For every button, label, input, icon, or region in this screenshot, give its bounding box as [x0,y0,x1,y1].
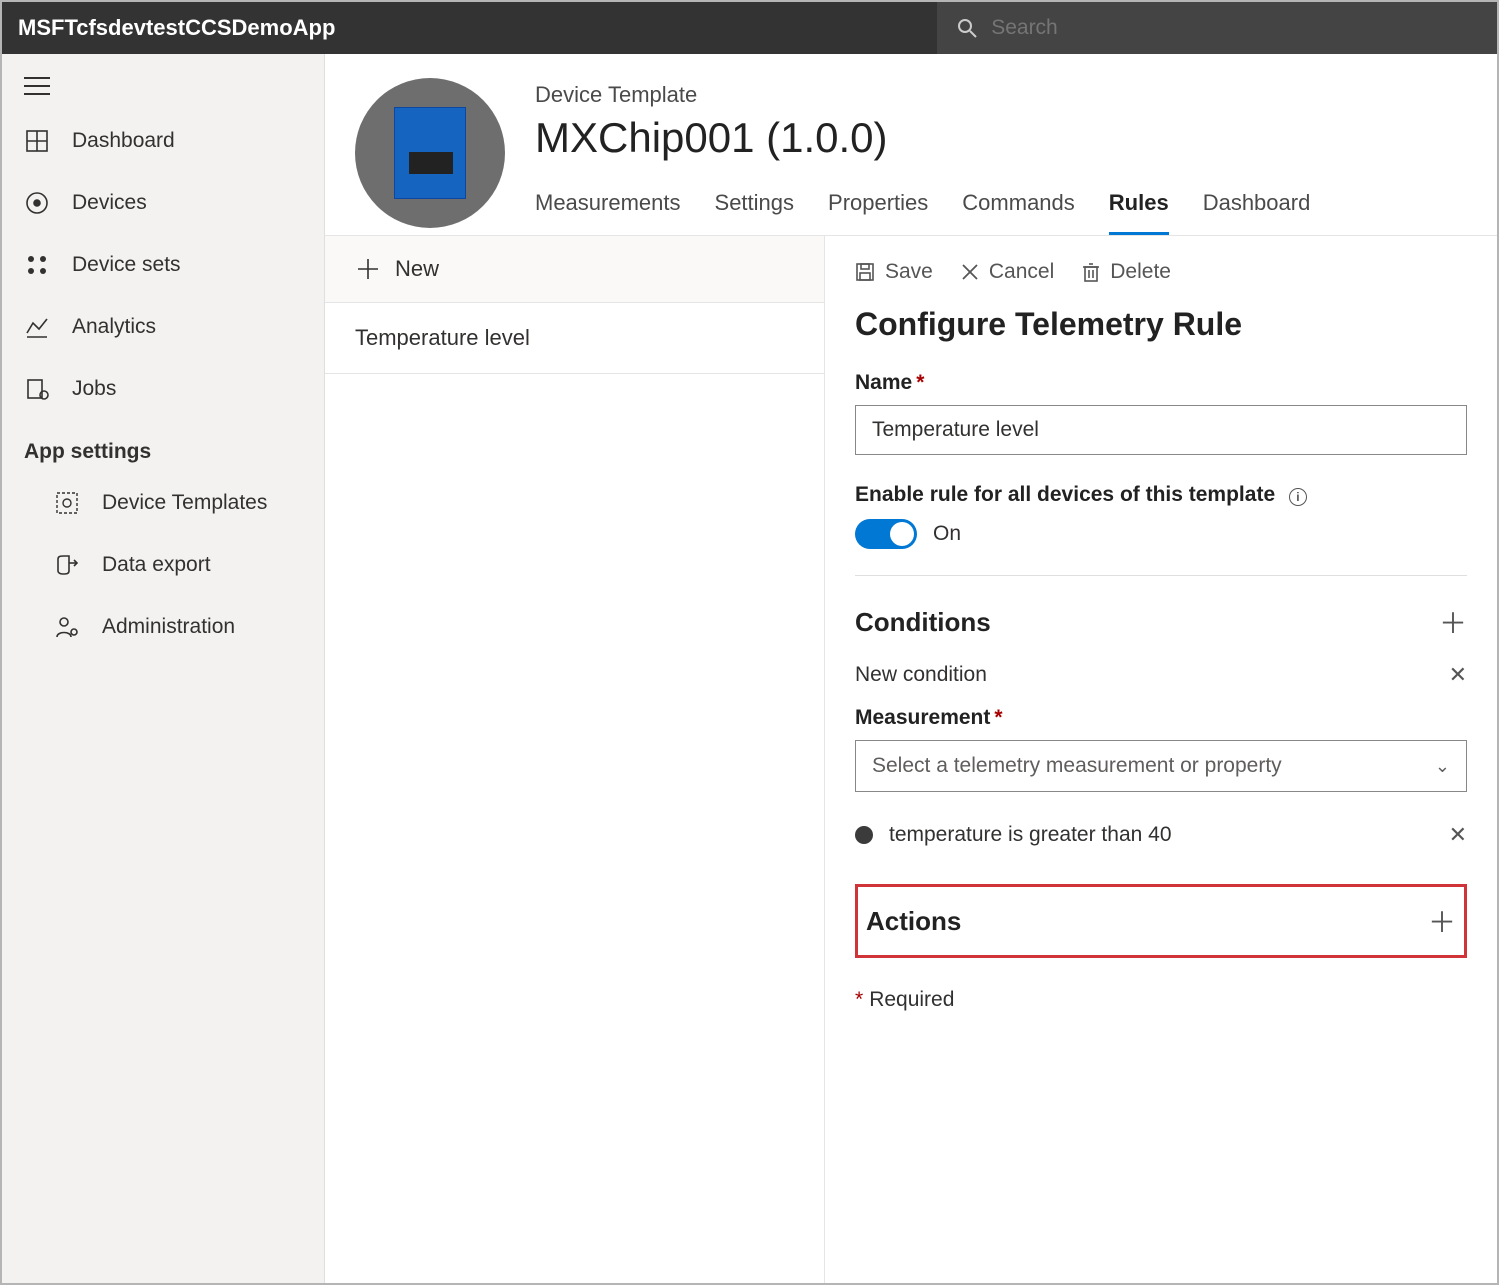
existing-condition: temperature is greater than 40 [889,823,1172,847]
delete-button[interactable]: Delete [1082,260,1171,284]
sidebar-item-devices[interactable]: Devices [2,172,324,234]
measurement-label: Measurement* [855,706,1467,730]
sidebar-item-label: Jobs [72,377,116,401]
save-button[interactable]: Save [855,260,933,284]
admin-icon [54,614,80,640]
sidebar: Dashboard Devices Device sets Analytics [2,54,325,1283]
export-icon [54,552,80,578]
sidebar-item-label: Administration [102,615,235,639]
add-condition-button[interactable]: ＋ [1439,602,1467,642]
enable-label: Enable rule for all devices of this temp… [855,483,1467,507]
analytics-icon [24,314,50,340]
top-bar: MSFTcfsdevtestCCSDemoApp [2,2,1497,54]
devices-icon [24,190,50,216]
sidebar-item-label: Analytics [72,315,156,339]
divider [855,575,1467,576]
sidebar-item-administration[interactable]: Administration [2,596,324,658]
measurement-placeholder: Select a telemetry measurement or proper… [872,754,1282,778]
jobs-icon [24,376,50,402]
close-icon [961,263,979,281]
actions-section-highlight: Actions ＋ [855,884,1467,958]
actions-heading: Actions [866,906,961,937]
sidebar-item-label: Data export [102,553,211,577]
device-image [355,78,505,228]
rules-list: New Temperature level [325,236,825,1283]
chevron-down-icon: ⌄ [1435,756,1450,777]
rule-name-input[interactable] [855,405,1467,455]
add-action-button[interactable]: ＋ [1428,901,1456,941]
rule-list-item[interactable]: Temperature level [325,303,824,374]
tab-properties[interactable]: Properties [828,190,928,235]
sidebar-item-label: Dashboard [72,129,175,153]
template-title: MXChip001 (1.0.0) [535,114,1467,162]
plus-icon [355,256,381,282]
cancel-button[interactable]: Cancel [961,260,1054,284]
sidebar-item-data-export[interactable]: Data export [2,534,324,596]
panel-title: Configure Telemetry Rule [855,306,1467,343]
save-icon [855,262,875,282]
enable-toggle[interactable] [855,519,917,549]
rule-detail-panel: Save Cancel Delete Configure Telemetry R… [825,236,1497,1283]
search-input[interactable] [991,16,1479,40]
hamburger-menu[interactable] [2,62,324,110]
sidebar-item-device-templates[interactable]: Device Templates [2,472,324,534]
template-header: Device Template MXChip001 (1.0.0) Measur… [325,54,1497,236]
required-note: *Required [855,988,1467,1012]
new-condition-label: New condition [855,663,987,687]
remove-condition-button[interactable]: ✕ [1449,662,1467,688]
measurement-select[interactable]: Select a telemetry measurement or proper… [855,740,1467,792]
dashboard-icon [24,128,50,154]
condition-dot-icon [855,826,873,844]
info-icon[interactable]: i [1289,488,1307,506]
sidebar-item-analytics[interactable]: Analytics [2,296,324,358]
action-bar: Save Cancel Delete [855,256,1467,306]
conditions-heading: Conditions [855,607,991,638]
tab-dashboard[interactable]: Dashboard [1203,190,1311,235]
tab-rules[interactable]: Rules [1109,190,1169,235]
tab-settings[interactable]: Settings [715,190,795,235]
tab-bar: Measurements Settings Properties Command… [535,190,1467,235]
breadcrumb: Device Template [535,78,1467,108]
new-rule-button[interactable]: New [325,236,824,303]
trash-icon [1082,262,1100,282]
templates-icon [54,490,80,516]
toggle-state: On [933,522,961,546]
tab-commands[interactable]: Commands [962,190,1074,235]
sidebar-section-app-settings: App settings [2,420,324,472]
sidebar-item-device-sets[interactable]: Device sets [2,234,324,296]
new-rule-label: New [395,256,439,282]
sidebar-item-label: Devices [72,191,147,215]
sidebar-item-dashboard[interactable]: Dashboard [2,110,324,172]
tab-measurements[interactable]: Measurements [535,190,681,235]
remove-existing-condition-button[interactable]: ✕ [1449,822,1467,848]
app-name: MSFTcfsdevtestCCSDemoApp [2,15,937,41]
search-icon [955,15,979,41]
search-box[interactable] [937,2,1497,54]
sidebar-item-label: Device sets [72,253,181,277]
device-sets-icon [24,252,50,278]
name-label: Name* [855,371,1467,395]
sidebar-item-jobs[interactable]: Jobs [2,358,324,420]
sidebar-item-label: Device Templates [102,491,267,515]
